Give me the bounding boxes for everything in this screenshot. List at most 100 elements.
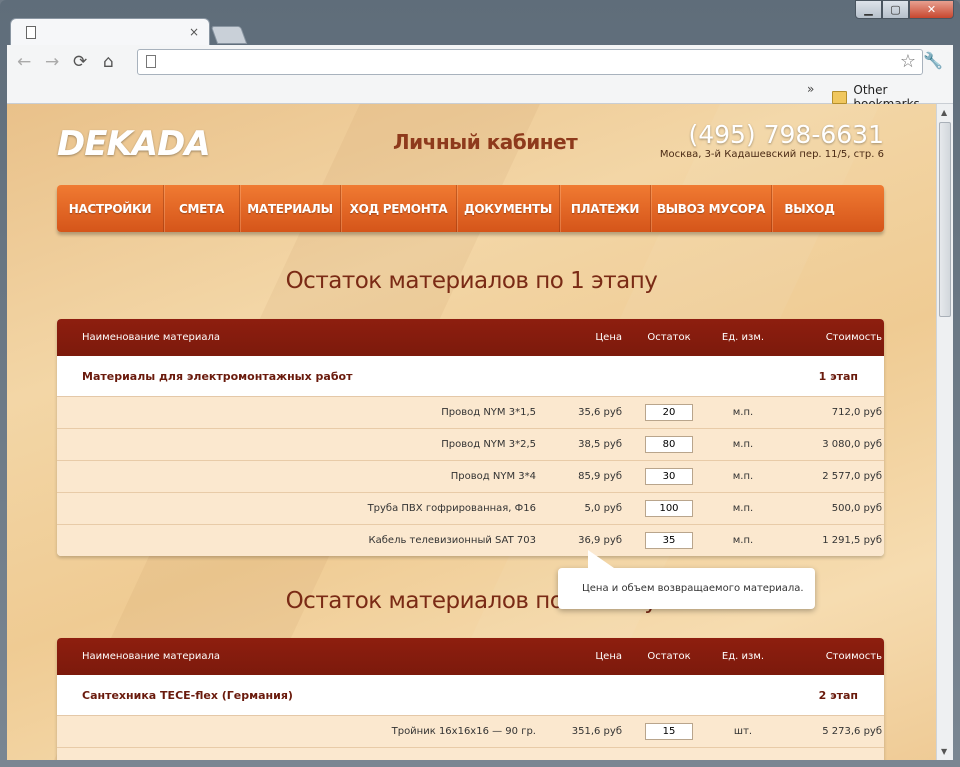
qty-cell — [622, 532, 716, 549]
qty-cell — [622, 436, 716, 453]
scrollbar-thumb[interactable] — [939, 122, 951, 317]
main-menu: НАСТРОЙКИ СМЕТА МАТЕРИАЛЫ ХОД РЕМОНТА ДО… — [57, 185, 884, 232]
table-row: Провод NYM 3*4 85,9 руб м.п. 2 577,0 руб — [57, 461, 884, 493]
col-name: Наименование материала — [82, 651, 221, 662]
category-name: Сантехника TECE-flex (Германия) — [82, 688, 293, 702]
bookmarks-overflow-icon[interactable]: » — [807, 82, 814, 96]
section-title-stage1: Остаток материалов по 1 этапу — [285, 268, 658, 294]
category-row: Материалы для электромонтажных работ 1 э… — [57, 356, 884, 397]
help-tooltip: Цена и объем возвращаемого материала. — [558, 550, 815, 609]
new-tab-button[interactable] — [210, 26, 248, 44]
browser-window: ▁ ▢ ✕ × ← → ⟳ ⌂ ☆ 🔧 » Other bookmarks DE… — [0, 0, 960, 767]
folder-icon — [832, 90, 848, 104]
material-cost: 500,0 руб — [831, 503, 882, 514]
table-row: Труба ПВХ гофрированная, Ф16 5,0 руб м.п… — [57, 493, 884, 525]
table-row: Тройник 16x16x16 — 90 гр. 351,6 руб шт. … — [57, 716, 884, 748]
qty-input[interactable] — [645, 404, 693, 421]
wrench-icon[interactable]: 🔧 — [923, 51, 943, 70]
menu-estimate[interactable]: СМЕТА — [164, 185, 240, 232]
material-unit: шт. — [733, 726, 753, 737]
menu-settings[interactable]: НАСТРОЙКИ — [57, 185, 164, 232]
menu-documents[interactable]: ДОКУМЕНТЫ — [457, 185, 560, 232]
vertical-scrollbar[interactable]: ▲ ▼ — [936, 104, 953, 760]
table-row: Кабель телевизионный SAT 703 36,9 руб м.… — [57, 525, 884, 556]
scroll-up-icon[interactable]: ▲ — [941, 108, 947, 117]
table-header: Наименование материала Цена Остаток Ед. … — [57, 319, 884, 356]
category-name: Материалы для электромонтажных работ — [82, 369, 353, 383]
table-header: Наименование материала Цена Остаток Ед. … — [57, 638, 884, 675]
material-cost: 1 291,5 руб — [822, 535, 882, 546]
material-cost: 3 080,0 руб — [822, 439, 882, 450]
close-window-button[interactable]: ✕ — [909, 0, 954, 19]
material-cost: 5 273,6 руб — [822, 726, 882, 737]
back-icon[interactable]: ← — [17, 52, 31, 72]
browser-tab[interactable]: × — [10, 18, 210, 46]
menu-exit[interactable]: ВЫХОД — [772, 185, 847, 232]
material-unit: м.п. — [732, 407, 754, 418]
bookmarks-bar: » Other bookmarks — [7, 79, 953, 111]
col-cost: Стоимость — [825, 651, 882, 662]
material-price: 38,5 руб — [578, 439, 622, 450]
page-icon — [146, 55, 156, 68]
close-tab-icon[interactable]: × — [189, 25, 199, 39]
reload-icon[interactable]: ⟳ — [73, 52, 87, 72]
col-unit: Ед. изм. — [721, 651, 765, 662]
home-icon[interactable]: ⌂ — [103, 52, 114, 72]
menu-payments[interactable]: ПЛАТЕЖИ — [560, 185, 651, 232]
material-price: 85,9 руб — [578, 471, 622, 482]
category-row: Сантехника TECE-flex (Германия) 2 этап — [57, 675, 884, 716]
phone-number: (495) 798-6631 — [688, 120, 884, 149]
table-row: Провод NYM 3*1,5 35,6 руб м.п. 712,0 руб — [57, 397, 884, 429]
material-name: Тройник 16x16x16 — 90 гр. — [391, 726, 536, 737]
minimize-button[interactable]: ▁ — [855, 0, 882, 19]
col-price: Цена — [595, 332, 622, 343]
material-name: Кабель телевизионный SAT 703 — [368, 535, 536, 546]
qty-cell — [622, 468, 716, 485]
material-unit: м.п. — [732, 503, 754, 514]
category-stage: 1 этап — [818, 369, 858, 383]
scroll-down-icon[interactable]: ▼ — [941, 747, 947, 756]
star-icon[interactable]: ☆ — [900, 51, 916, 72]
qty-input[interactable] — [645, 500, 693, 517]
material-unit: м.п. — [732, 439, 754, 450]
menu-progress[interactable]: ХОД РЕМОНТА — [341, 185, 457, 232]
col-qty: Остаток — [647, 332, 691, 343]
material-name: Провод NYM 3*1,5 — [441, 407, 536, 418]
qty-input[interactable] — [645, 436, 693, 453]
forward-icon[interactable]: → — [45, 52, 59, 72]
materials-table-stage1: Наименование материала Цена Остаток Ед. … — [57, 319, 884, 556]
window-controls: ▁ ▢ ✕ — [855, 0, 954, 19]
material-price: 5,0 руб — [584, 503, 622, 514]
url-input[interactable] — [164, 52, 888, 74]
page-icon — [26, 26, 36, 39]
col-price: Цена — [595, 651, 622, 662]
col-qty: Остаток — [647, 651, 691, 662]
qty-cell — [622, 500, 716, 517]
col-cost: Стоимость — [825, 332, 882, 343]
browser-toolbar: ← → ⟳ ⌂ ☆ 🔧 — [7, 45, 953, 79]
menu-materials[interactable]: МАТЕРИАЛЫ — [240, 185, 341, 232]
maximize-button[interactable]: ▢ — [882, 0, 909, 19]
page-viewport: DEKADA Личный кабинет (495) 798-6631 Мос… — [7, 104, 936, 760]
col-unit: Ед. изм. — [721, 332, 765, 343]
page-heading: Личный кабинет — [393, 130, 578, 154]
qty-input[interactable] — [645, 468, 693, 485]
menu-garbage[interactable]: ВЫВОЗ МУСОРА — [651, 185, 772, 232]
site-logo[interactable]: DEKADA — [57, 124, 211, 164]
material-price: 351,6 руб — [571, 726, 622, 737]
material-unit: м.п. — [732, 471, 754, 482]
qty-input[interactable] — [645, 532, 693, 549]
material-cost: 2 577,0 руб — [822, 471, 882, 482]
col-name: Наименование материала — [82, 332, 221, 343]
address-bar[interactable]: ☆ — [137, 49, 923, 75]
table-row: Провод NYM 3*2,5 38,5 руб м.п. 3 080,0 р… — [57, 429, 884, 461]
qty-input[interactable] — [645, 723, 693, 740]
qty-cell — [622, 723, 716, 740]
category-stage: 2 этап — [818, 688, 858, 702]
qty-cell — [622, 404, 716, 421]
material-name: Труба ПВХ гофрированная, Ф16 — [367, 503, 536, 514]
material-name: Провод NYM 3*2,5 — [441, 439, 536, 450]
material-price: 36,9 руб — [578, 535, 622, 546]
table-row — [57, 748, 884, 760]
material-price: 35,6 руб — [578, 407, 622, 418]
